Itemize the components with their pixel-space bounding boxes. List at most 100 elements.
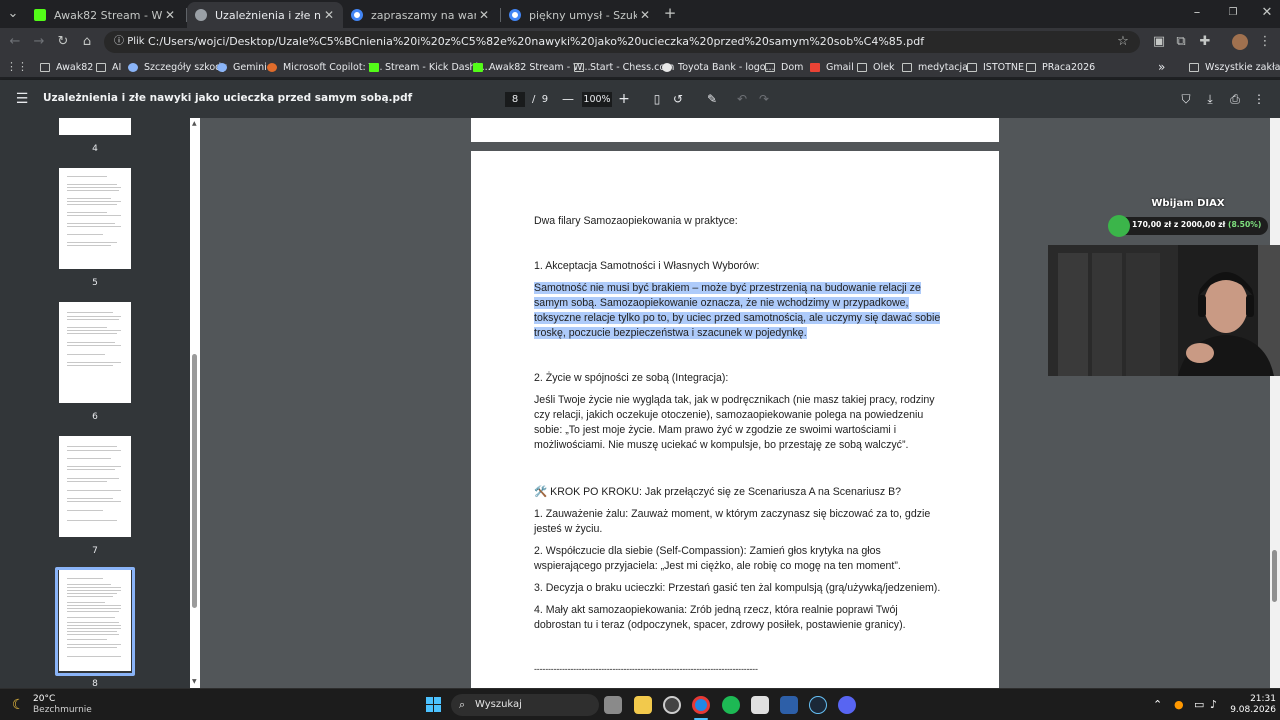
scroll-up-icon[interactable]: ▲ bbox=[192, 120, 197, 127]
back-icon[interactable]: ← bbox=[6, 33, 24, 51]
kick-icon bbox=[369, 62, 379, 72]
settings-icon[interactable] bbox=[663, 696, 681, 714]
tray-overflow-chevron-icon[interactable]: ⌃ bbox=[1153, 698, 1162, 712]
toyota-icon bbox=[662, 62, 672, 72]
thumbnail-number: 6 bbox=[92, 412, 98, 422]
close-window-icon[interactable]: ✕ bbox=[1258, 4, 1276, 22]
more-bookmarks-chevron-icon[interactable]: » bbox=[1158, 59, 1165, 75]
redo-icon[interactable]: ↷ bbox=[756, 91, 772, 107]
bookmark-label: PRaca2026 bbox=[1042, 61, 1096, 73]
file-explorer-icon[interactable] bbox=[634, 696, 652, 714]
new-tab-icon[interactable]: + bbox=[661, 4, 679, 22]
kick-studio-icon[interactable] bbox=[751, 696, 769, 714]
taskbar-search[interactable]: ⌕ Wyszukaj bbox=[451, 694, 599, 716]
all-bookmarks[interactable]: Wszystkie zakładki bbox=[1189, 59, 1280, 75]
discord-icon[interactable] bbox=[838, 696, 856, 714]
tab-pdf-document[interactable]: Uzależnienia i złe nawyki jako u ✕ bbox=[187, 2, 343, 28]
bookmark-copilot[interactable]: Microsoft Copilot: T... bbox=[267, 59, 383, 75]
forward-icon[interactable]: → bbox=[30, 33, 48, 51]
viewer-scroll-thumb[interactable] bbox=[1272, 550, 1277, 602]
scroll-down-icon[interactable]: ▼ bbox=[192, 678, 197, 685]
clock-date[interactable]: 9.08.2026 bbox=[1226, 705, 1276, 715]
bookmark-gmail[interactable]: Gmail bbox=[810, 59, 854, 75]
page-number-input[interactable]: 8 bbox=[505, 92, 525, 107]
zoom-in-icon[interactable]: + bbox=[616, 91, 632, 107]
steam-icon[interactable] bbox=[809, 696, 827, 714]
weather-temperature[interactable]: 20°C bbox=[33, 694, 55, 704]
bookmark-dom[interactable]: Dom bbox=[765, 59, 803, 75]
apps-grid-icon[interactable]: ⋮⋮ bbox=[6, 58, 28, 76]
chrome-icon[interactable] bbox=[692, 696, 710, 714]
maximize-icon[interactable]: ❐ bbox=[1224, 4, 1242, 22]
file-chip[interactable]: ⓘ Plik bbox=[110, 34, 149, 50]
paragraph-line: możliwościami. Nie muszę uciekać w kompu… bbox=[534, 439, 909, 451]
step-line: 2. Współczucie dla siebie (Self-Compassi… bbox=[534, 545, 881, 557]
bookmark-awak82-stream[interactable]: Awak82 Stream - W... bbox=[473, 59, 591, 75]
page-thumbnail-4[interactable] bbox=[59, 118, 131, 135]
more-options-icon[interactable]: ⋮ bbox=[1251, 91, 1267, 107]
volume-icon[interactable]: ♪ bbox=[1210, 698, 1217, 712]
bookmark-szczegoly-szkody[interactable]: Szczegóły szkody bbox=[128, 59, 227, 75]
tab-search-chevron-icon[interactable]: ⌄ bbox=[4, 5, 22, 23]
start-windows-icon[interactable] bbox=[426, 697, 442, 713]
page-thumbnail-7[interactable] bbox=[59, 436, 131, 537]
rotate-icon[interactable]: ↺ bbox=[670, 91, 686, 107]
clock-time[interactable]: 21:31 bbox=[1236, 694, 1276, 704]
sidebar-scroll-thumb[interactable] bbox=[192, 354, 197, 608]
annotate-icon[interactable]: ✎ bbox=[704, 91, 720, 107]
tab-google-search-warsztaty[interactable]: zapraszamy na warsztaty z sam ✕ bbox=[343, 2, 498, 28]
network-icon[interactable]: ▭ bbox=[1194, 698, 1204, 712]
search-placeholder: Wyszukaj bbox=[475, 699, 522, 710]
zoom-out-icon[interactable]: — bbox=[560, 91, 576, 107]
extensions-puzzle-icon[interactable]: ✚ bbox=[1196, 33, 1214, 51]
close-tab-icon[interactable]: ✕ bbox=[162, 8, 178, 22]
menu-kebab-icon[interactable]: ⋮ bbox=[1256, 33, 1274, 51]
bookmark-toyota-bank[interactable]: Toyota Bank - logo... bbox=[662, 59, 775, 75]
folder-icon bbox=[40, 62, 50, 72]
task-view-icon[interactable] bbox=[604, 696, 622, 714]
reload-icon[interactable]: ↻ bbox=[54, 33, 72, 51]
bookmarks-bar: ⋮⋮ Awak82 AI Szczegóły szkody Gemini Mic… bbox=[0, 56, 1280, 78]
save-drive-icon[interactable]: ⛉ bbox=[1178, 91, 1194, 107]
undo-icon[interactable]: ↶ bbox=[734, 91, 750, 107]
divider-line: ----------------------------------------… bbox=[534, 664, 758, 674]
viewer-scrollbar[interactable] bbox=[1270, 118, 1280, 688]
print-icon[interactable]: ⎙ bbox=[1227, 91, 1243, 107]
download-icon[interactable]: ⤓ bbox=[1202, 91, 1218, 107]
bookmark-star-icon[interactable]: ☆ bbox=[1114, 33, 1132, 51]
sidebar-scrollbar[interactable]: ▲ ▼ bbox=[190, 118, 200, 688]
fit-page-icon[interactable]: ▯ bbox=[649, 91, 665, 107]
home-icon[interactable]: ⌂ bbox=[78, 33, 96, 51]
minimize-icon[interactable]: – bbox=[1188, 4, 1206, 22]
close-tab-icon[interactable]: ✕ bbox=[476, 8, 492, 22]
page-thumbnail-5[interactable] bbox=[59, 168, 131, 269]
bookmark-istotne[interactable]: ISTOTNE bbox=[967, 59, 1024, 75]
tab-awak82-stream[interactable]: Awak82 Stream - Watch Live on ✕ bbox=[26, 2, 184, 28]
close-tab-icon[interactable]: ✕ bbox=[321, 8, 337, 22]
address-bar[interactable]: ⓘ Plik C:/Users/wojci/Desktop/Uzale%C5%B… bbox=[104, 31, 1140, 53]
bookmark-chess[interactable]: Start - Chess.com bbox=[574, 59, 674, 75]
page-thumbnail-6[interactable] bbox=[59, 302, 131, 403]
chess-icon bbox=[574, 62, 584, 72]
profile-avatar[interactable] bbox=[1232, 34, 1248, 50]
zoom-input[interactable]: 100% bbox=[582, 92, 612, 107]
extension-icon[interactable]: ▣ bbox=[1150, 33, 1168, 51]
sidebar-menu-icon[interactable]: ☰ bbox=[14, 91, 30, 107]
bookmark-praca2026[interactable]: PRaca2026 bbox=[1026, 59, 1095, 75]
browser-app-icon[interactable] bbox=[780, 696, 798, 714]
bookmark-gemini[interactable]: Gemini bbox=[217, 59, 267, 75]
cast-icon[interactable]: ⧉ bbox=[1172, 33, 1190, 51]
weather-condition[interactable]: Bezchmurnie bbox=[33, 705, 92, 715]
folder-icon bbox=[1026, 62, 1036, 72]
pdf-page-7-bottom bbox=[471, 118, 999, 142]
bookmark-awak82[interactable]: Awak82 bbox=[40, 59, 93, 75]
microphone-icon[interactable]: ● bbox=[1174, 698, 1184, 712]
bookmark-olek[interactable]: Olek bbox=[857, 59, 894, 75]
thumbnail-number: 8 bbox=[92, 679, 98, 688]
tab-google-search-umysl[interactable]: piękny umysł - Szukaj w Google ✕ bbox=[501, 2, 659, 28]
close-tab-icon[interactable]: ✕ bbox=[637, 8, 653, 22]
bookmark-ai[interactable]: AI bbox=[96, 59, 121, 75]
weather-moon-icon[interactable]: ☾ bbox=[12, 697, 25, 713]
spotify-icon[interactable] bbox=[722, 696, 740, 714]
bookmark-medytacja[interactable]: medytacja bbox=[902, 59, 968, 75]
